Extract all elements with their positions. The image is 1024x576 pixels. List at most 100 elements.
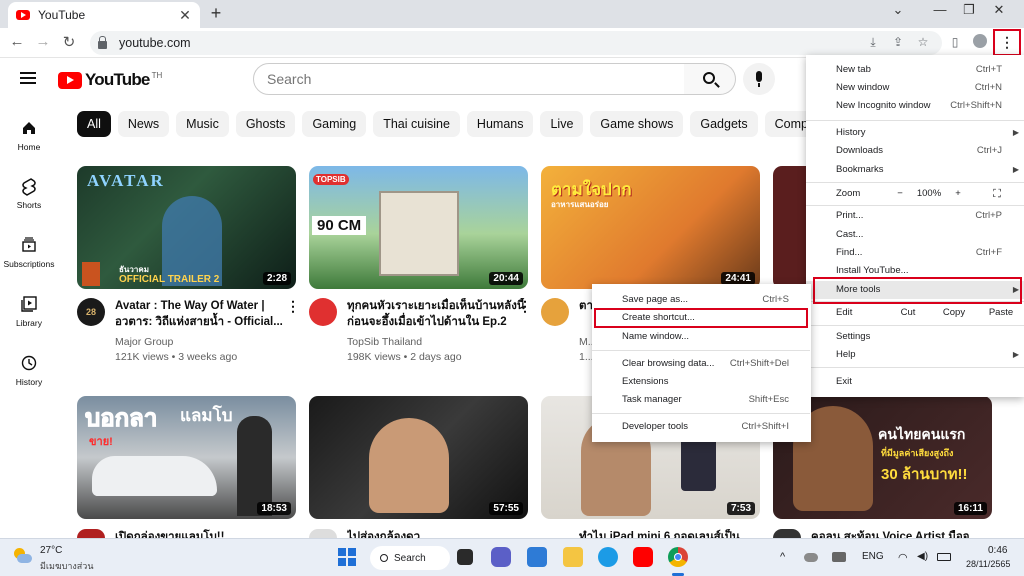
channel-name[interactable]: TopSib Thailand <box>347 334 422 350</box>
video-title[interactable]: เปิดกล่องขายแลมโบ!! <box>115 529 295 538</box>
menu-item-history[interactable]: History ▶ <box>806 124 1024 142</box>
chip-compilations[interactable]: Compilat <box>764 111 807 137</box>
sidebar-item-history[interactable]: History <box>0 355 58 387</box>
video-thumbnail[interactable]: ตามใจปาก อาหารแสนอร่อย 24:41 <box>541 166 760 289</box>
new-tab-button[interactable]: + <box>206 3 226 24</box>
restore-button[interactable]: ❐ <box>955 2 983 18</box>
chrome-menu-button[interactable]: ⋮ <box>993 29 1021 56</box>
video-title[interactable]: Avatar : The Way Of Water | อวตาร: วิถีแ… <box>115 298 295 330</box>
chip-live[interactable]: Live <box>540 111 584 137</box>
chip-music[interactable]: Music <box>176 111 229 137</box>
menu-item-bookmarks[interactable]: Bookmarks ▶ <box>806 161 1024 179</box>
sidebar-item-home[interactable]: Home <box>0 120 58 152</box>
chip-news[interactable]: News <box>117 111 170 137</box>
paste-button[interactable]: Paste <box>978 304 1024 322</box>
menu-item-new-window[interactable]: New window Ctrl+N <box>806 79 1024 97</box>
menu-item-settings[interactable]: Settings <box>806 328 1024 346</box>
channel-name[interactable]: Major Group <box>115 334 173 350</box>
menu-item-help[interactable]: Help ▶ <box>806 346 1024 364</box>
video-thumbnail[interactable]: บอกลา แลมโบ ขาย! 18:53 <box>77 396 296 519</box>
wifi-icon[interactable]: ◠ <box>898 551 908 564</box>
install-app-icon[interactable]: ⤓ <box>864 35 882 50</box>
channel-avatar[interactable] <box>309 529 337 538</box>
menu-item-downloads[interactable]: Downloads Ctrl+J <box>806 142 1024 160</box>
chip-ghosts[interactable]: Ghosts <box>235 111 296 137</box>
weather-description[interactable]: มีเมฆบางส่วน <box>40 559 93 573</box>
chip-game-shows[interactable]: Game shows <box>590 111 684 137</box>
youtube-app-icon[interactable] <box>633 547 653 567</box>
fullscreen-icon[interactable]: ⛶ <box>987 185 1007 203</box>
menu-item-task-manager[interactable]: Task manager Shift+Esc <box>592 391 811 409</box>
search-input[interactable]: Search <box>253 63 685 95</box>
bookmark-star-icon[interactable]: ☆ <box>914 35 932 49</box>
edge-browser-icon[interactable] <box>598 547 618 567</box>
copy-button[interactable]: Copy <box>931 304 977 322</box>
menu-item-name-window[interactable]: Name window... <box>592 328 811 346</box>
weather-temperature[interactable]: 27°C <box>40 545 62 556</box>
task-view-icon[interactable] <box>457 549 473 565</box>
menu-item-exit[interactable]: Exit <box>806 373 1024 391</box>
sidebar-item-shorts[interactable]: Shorts <box>0 178 58 210</box>
menu-item-print[interactable]: Print... Ctrl+P <box>806 207 1024 225</box>
sidebar-item-library[interactable]: Library <box>0 296 58 328</box>
menu-item-new-tab[interactable]: New tab Ctrl+T <box>806 61 1024 79</box>
battery-icon[interactable] <box>937 553 951 561</box>
search-button[interactable] <box>684 63 736 95</box>
back-button[interactable]: ← <box>7 33 27 50</box>
chip-all[interactable]: All <box>77 111 111 137</box>
forward-button[interactable]: → <box>33 33 53 50</box>
menu-item-extensions[interactable]: Extensions <box>592 373 811 391</box>
youtube-logo[interactable]: YouTube TH <box>58 70 162 90</box>
video-title[interactable]: ทำไม iPad mini 6 ถอดเลนส์เป็นไง... <box>579 529 759 538</box>
tray-overflow-icon[interactable]: ^ <box>780 551 785 563</box>
chip-gaming[interactable]: Gaming <box>302 111 367 137</box>
cut-button[interactable]: Cut <box>885 304 931 322</box>
tab-youtube[interactable]: YouTube ✕ <box>8 2 200 28</box>
chip-thai-cuisine[interactable]: Thai cuisine <box>373 111 460 137</box>
side-panel-icon[interactable]: ▯ <box>946 35 964 49</box>
menu-item-cast[interactable]: Cast... <box>806 226 1024 244</box>
address-bar[interactable]: youtube.com <box>90 31 942 55</box>
file-explorer-icon[interactable] <box>563 547 583 567</box>
close-window-button[interactable]: ✕ <box>985 2 1013 18</box>
menu-item-save-page[interactable]: Save page as... Ctrl+S <box>592 291 811 309</box>
chip-humans[interactable]: Humans <box>466 111 534 137</box>
profile-avatar[interactable] <box>971 34 989 51</box>
clock-date[interactable]: 28/11/2565 <box>966 559 1010 569</box>
menu-item-new-incognito[interactable]: New Incognito window Ctrl+Shift+N <box>806 97 1024 115</box>
video-options-icon[interactable]: ⋮ <box>518 298 532 315</box>
menu-item-clear-browsing-data[interactable]: Clear browsing data... Ctrl+Shift+Del <box>592 355 811 373</box>
clock-time[interactable]: 0:46 <box>988 545 1007 556</box>
video-title[interactable]: ตา... <box>579 298 593 330</box>
onedrive-icon[interactable] <box>804 553 818 562</box>
tray-app-icon[interactable] <box>832 552 846 562</box>
video-title[interactable]: ทุกคนหัวเราะเยาะเมื่อเห็นบ้านหลังนี้ ก่อ… <box>347 298 527 330</box>
video-options-icon[interactable]: ⋮ <box>286 298 300 315</box>
channel-avatar[interactable] <box>77 529 105 538</box>
taskbar-search[interactable]: Search <box>370 546 450 570</box>
minimize-button[interactable]: — <box>926 2 954 17</box>
voice-search-button[interactable] <box>743 63 775 95</box>
teams-chat-icon[interactable] <box>491 547 511 567</box>
volume-icon[interactable]: ◀) <box>917 551 928 562</box>
share-icon[interactable]: ⇪ <box>889 35 907 49</box>
channel-avatar[interactable] <box>309 298 337 326</box>
weather-icon[interactable] <box>12 548 32 566</box>
video-thumbnail[interactable]: AVATAR ธันวาคม OFFICIAL TRAILER 2 2:28 <box>77 166 296 289</box>
reload-button[interactable]: ↻ <box>59 33 79 51</box>
video-thumbnail[interactable] <box>773 166 806 289</box>
video-thumbnail[interactable]: TOPSIB 90 CM 20:44 <box>309 166 528 289</box>
video-thumbnail[interactable]: 57:55 <box>309 396 528 519</box>
language-indicator[interactable]: ENG <box>862 551 884 562</box>
video-title[interactable]: คอลน สะท้อน Voice Artist มือจ... <box>811 529 991 538</box>
video-title[interactable]: ไปส่องกล้องดูว... <box>347 529 527 538</box>
tab-close-icon[interactable]: ✕ <box>178 7 192 24</box>
channel-avatar[interactable] <box>541 298 569 326</box>
sidebar-item-subscriptions[interactable]: Subscriptions <box>0 237 58 269</box>
channel-avatar[interactable] <box>773 529 801 538</box>
microsoft-store-icon[interactable] <box>527 547 547 567</box>
guide-menu-icon[interactable] <box>20 72 36 84</box>
chip-gadgets[interactable]: Gadgets <box>690 111 758 137</box>
zoom-out-button[interactable]: − <box>891 185 909 203</box>
lock-icon[interactable] <box>98 35 107 49</box>
